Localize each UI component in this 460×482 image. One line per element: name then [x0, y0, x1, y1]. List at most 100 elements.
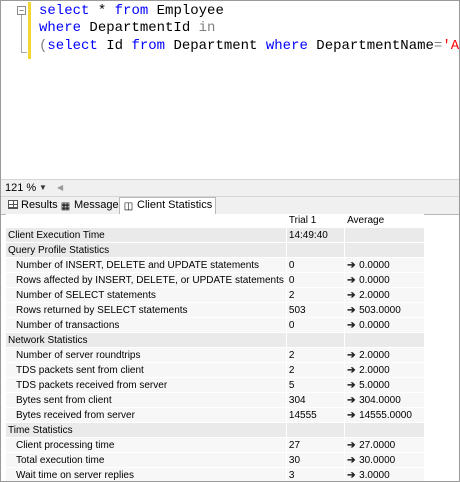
arrow-right-icon: ➔ [347, 409, 356, 421]
stat-average: ➔ 2.0000 [344, 347, 424, 363]
arrow-right-icon: ➔ [347, 304, 356, 316]
outline-end [21, 52, 27, 53]
stat-trial: 27 [285, 437, 345, 453]
scroll-left-icon[interactable]: ◀ [57, 181, 67, 195]
arrow-right-icon: ➔ [347, 469, 356, 481]
collapse-toggle-icon[interactable]: − [17, 6, 26, 15]
stat-average-value: 0.0000 [359, 274, 390, 286]
stat-average: ➔ 0.0000 [344, 257, 424, 273]
operator: in [198, 20, 216, 36]
code-text: DepartmentName [307, 38, 434, 54]
stat-label: TDS packets received from server [6, 377, 287, 393]
tab-label: Results [21, 199, 58, 211]
tab-client-statistics[interactable]: ◫ Client Statistics [119, 197, 217, 215]
code-text: Department [165, 38, 266, 54]
string-literal: 'Account' [442, 38, 460, 54]
zoom-bar: 121 % ▼ ◀ [1, 179, 459, 197]
header-blank [6, 214, 287, 228]
stat-average-value: 304.0000 [359, 394, 401, 406]
stat-trial: 0 [285, 317, 345, 333]
stat-average-value: 5.0000 [359, 379, 390, 391]
table-row: Bytes sent from client 304 ➔ 304.0000 [6, 392, 424, 408]
stat-trial: 3 [285, 467, 345, 481]
stat-trial: 304 [285, 392, 345, 408]
section-title: Query Profile Statistics [6, 242, 287, 258]
stat-average-value: 30.0000 [359, 454, 396, 466]
stat-average-value: 27.0000 [359, 439, 396, 451]
stat-label: Bytes received from server [6, 407, 287, 423]
stat-label: Rows affected by INSERT, DELETE, or UPDA… [6, 272, 287, 288]
stat-average: ➔ 30.0000 [344, 452, 424, 468]
stat-average: ➔ 304.0000 [344, 392, 424, 408]
change-indicator-bar [28, 2, 31, 59]
stat-average: ➔ 503.0000 [344, 302, 424, 318]
table-row: Wait time on server replies 3 ➔ 3.0000 [6, 467, 424, 481]
messages-icon: ▦ [60, 201, 71, 212]
section-header: Query Profile Statistics [6, 242, 424, 258]
stat-label: TDS packets sent from client [6, 362, 287, 378]
stat-label: Client processing time [6, 437, 287, 453]
table-row: Total execution time 30 ➔ 30.0000 [6, 452, 424, 468]
arrow-right-icon: ➔ [347, 289, 356, 301]
tab-label: Messages [74, 199, 125, 211]
stat-trial: 30 [285, 452, 345, 468]
grid-icon [8, 200, 18, 209]
tab-messages[interactable]: ▦ Messages [57, 198, 127, 213]
stat-trial: 5 [285, 377, 345, 393]
tab-results[interactable]: Results [5, 198, 61, 213]
stat-average: ➔ 0.0000 [344, 317, 424, 333]
code-line-1[interactable]: select * from Employee [39, 3, 224, 20]
stat-average: ➔ 2.0000 [344, 362, 424, 378]
stat-label: Rows returned by SELECT statements [6, 302, 287, 318]
arrow-right-icon: ➔ [347, 454, 356, 466]
stat-average: ➔ 2.0000 [344, 287, 424, 303]
chevron-down-icon[interactable]: ▼ [37, 181, 49, 195]
arrow-right-icon: ➔ [347, 349, 356, 361]
table-row: Number of server roundtrips 2 ➔ 2.0000 [6, 347, 424, 363]
keyword: where [39, 20, 82, 36]
stat-average: ➔ 3.0000 [344, 467, 424, 481]
keyword: where [265, 38, 308, 54]
section-title: Network Statistics [6, 332, 287, 348]
stat-average-value: 2.0000 [359, 289, 390, 301]
stat-average-value: 2.0000 [359, 364, 390, 376]
client-statistics-icon: ◫ [123, 201, 134, 212]
keyword: select [39, 3, 90, 19]
table-row: Rows affected by INSERT, DELETE, or UPDA… [6, 272, 424, 288]
keyword: from [114, 3, 149, 19]
arrow-right-icon: ➔ [347, 394, 356, 406]
stat-label: Bytes sent from client [6, 392, 287, 408]
code-line-2[interactable]: where DepartmentId in [39, 20, 215, 37]
client-statistics-table: Trial 1 Average Client Execution Time 14… [6, 214, 424, 481]
stat-label: Number of transactions [6, 317, 287, 333]
stat-average: ➔ 27.0000 [344, 437, 424, 453]
table-row: Rows returned by SELECT statements 503 ➔… [6, 302, 424, 318]
execution-time-value: 14:49:40 [285, 227, 345, 243]
stat-trial: 0 [285, 272, 345, 288]
code-line-3[interactable]: (select Id from Department where Departm… [39, 37, 460, 54]
stat-trial: 2 [285, 347, 345, 363]
stat-trial: 2 [285, 362, 345, 378]
stat-average: ➔ 14555.0000 [344, 407, 424, 423]
header-average: Average [344, 214, 424, 228]
stat-trial: 503 [285, 302, 345, 318]
arrow-right-icon: ➔ [347, 274, 356, 286]
code-text: Employee [148, 3, 224, 19]
tab-label: Client Statistics [137, 199, 213, 211]
stat-average: ➔ 0.0000 [344, 272, 424, 288]
table-row: Number of INSERT, DELETE and UPDATE stat… [6, 257, 424, 273]
sql-editor[interactable]: − select * from Employee where Departmen… [1, 1, 459, 177]
stat-average-value: 0.0000 [359, 259, 390, 271]
stat-trial: 0 [285, 257, 345, 273]
table-row: Number of transactions 0 ➔ 0.0000 [6, 317, 424, 333]
table-row: Bytes received from server 14555 ➔ 14555.… [6, 407, 424, 423]
stat-average-value: 2.0000 [359, 349, 390, 361]
code-text: Id [97, 38, 132, 54]
zoom-level[interactable]: 121 % [5, 180, 36, 196]
section-header: Time Statistics [6, 422, 424, 438]
arrow-right-icon: ➔ [347, 319, 356, 331]
table-row: Number of SELECT statements 2 ➔ 2.0000 [6, 287, 424, 303]
stat-trial: 2 [285, 287, 345, 303]
execution-time-label: Client Execution Time [6, 227, 287, 243]
outline-line [21, 15, 22, 53]
